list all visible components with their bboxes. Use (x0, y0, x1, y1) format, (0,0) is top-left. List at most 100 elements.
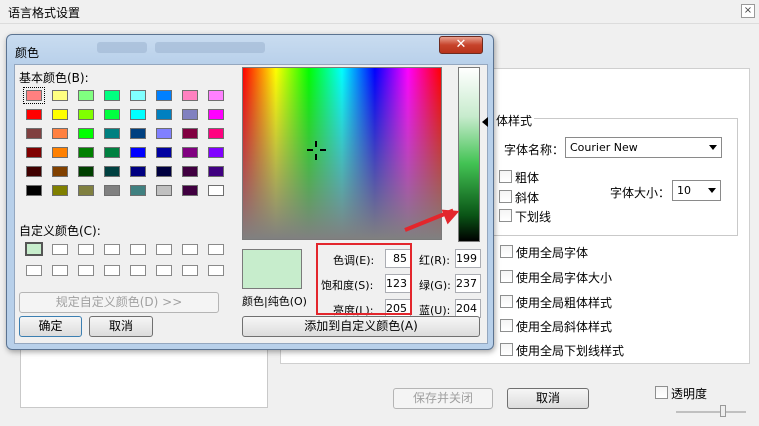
use-global-underline-checkbox[interactable] (500, 343, 513, 356)
basic-color-swatch[interactable] (78, 128, 94, 139)
basic-color-swatch[interactable] (26, 147, 42, 158)
basic-color-swatch[interactable] (208, 90, 224, 101)
use-global-size-label: 使用全局字体大小 (516, 271, 613, 285)
basic-color-swatch[interactable] (104, 166, 120, 177)
basic-color-swatch[interactable] (26, 128, 42, 139)
basic-color-swatch[interactable] (26, 166, 42, 177)
window-close-button[interactable]: × (741, 4, 755, 18)
custom-color-swatch[interactable] (208, 265, 224, 276)
dialog-close-button[interactable]: ✕ (439, 36, 483, 54)
basic-color-swatch[interactable] (156, 128, 172, 139)
basic-color-swatch[interactable] (104, 147, 120, 158)
custom-color-swatch[interactable] (26, 265, 42, 276)
custom-color-swatch[interactable] (25, 242, 43, 256)
basic-color-swatch[interactable] (130, 128, 146, 139)
font-name-value: Courier New (570, 141, 638, 154)
custom-color-swatch[interactable] (52, 265, 68, 276)
basic-color-swatch[interactable] (78, 185, 94, 196)
basic-color-swatch[interactable] (104, 109, 120, 120)
dialog-cancel-button[interactable]: 取消 (89, 316, 153, 337)
font-size-label: 字体大小： (610, 186, 671, 200)
custom-color-swatch[interactable] (156, 244, 172, 255)
basic-color-swatch[interactable] (52, 185, 68, 196)
basic-color-swatch[interactable] (130, 185, 146, 196)
basic-color-swatch[interactable] (78, 166, 94, 177)
basic-color-swatch[interactable] (182, 147, 198, 158)
use-global-size-checkbox[interactable] (500, 270, 513, 283)
basic-color-swatch[interactable] (26, 185, 42, 196)
define-custom-colors-button[interactable]: 规定自定义颜色(D) >> (19, 292, 219, 313)
basic-color-swatch[interactable] (182, 166, 198, 177)
basic-colors-label: 基本颜色(B): (19, 71, 89, 85)
custom-color-swatch[interactable] (130, 244, 146, 255)
basic-color-swatch[interactable] (156, 147, 172, 158)
basic-color-swatch[interactable] (208, 166, 224, 177)
blurred-title-region (97, 42, 147, 53)
basic-color-swatch[interactable] (26, 109, 42, 120)
custom-color-swatch[interactable] (78, 244, 94, 255)
custom-color-swatch[interactable] (208, 244, 224, 255)
chevron-down-icon (708, 188, 716, 193)
basic-color-swatch[interactable] (52, 109, 68, 120)
custom-color-swatch[interactable] (130, 265, 146, 276)
transparency-checkbox[interactable] (655, 386, 668, 399)
color-spectrum[interactable] (242, 67, 442, 240)
basic-color-swatch[interactable] (208, 109, 224, 120)
basic-color-swatch[interactable] (208, 147, 224, 158)
basic-color-swatch[interactable] (52, 166, 68, 177)
basic-color-swatch[interactable] (156, 185, 172, 196)
custom-color-swatch[interactable] (182, 265, 198, 276)
custom-color-swatch[interactable] (52, 244, 68, 255)
basic-color-swatch[interactable] (182, 185, 198, 196)
basic-color-swatch[interactable] (104, 128, 120, 139)
basic-color-swatch[interactable] (182, 109, 198, 120)
basic-color-swatch[interactable] (156, 90, 172, 101)
basic-color-swatch[interactable] (26, 90, 42, 101)
basic-color-swatch[interactable] (130, 147, 146, 158)
basic-color-swatch[interactable] (104, 90, 120, 101)
ok-button[interactable]: 确定 (19, 316, 82, 337)
basic-color-swatch[interactable] (208, 185, 224, 196)
bold-checkbox[interactable] (499, 170, 512, 183)
basic-color-swatch[interactable] (130, 90, 146, 101)
font-name-label: 字体名称： (504, 143, 565, 157)
italic-checkbox[interactable] (499, 190, 512, 203)
save-close-button[interactable]: 保存并关闭 (393, 388, 493, 409)
basic-color-swatch[interactable] (52, 128, 68, 139)
custom-color-swatch[interactable] (104, 244, 120, 255)
crosshair-icon (307, 141, 326, 160)
basic-color-swatch[interactable] (182, 128, 198, 139)
custom-color-swatch[interactable] (156, 265, 172, 276)
transparency-slider-thumb[interactable] (720, 405, 726, 417)
basic-color-swatch[interactable] (156, 109, 172, 120)
use-global-bold-checkbox[interactable] (500, 295, 513, 308)
luminance-pointer-icon[interactable] (482, 117, 488, 127)
custom-color-swatch[interactable] (78, 265, 94, 276)
underline-checkbox[interactable] (499, 209, 512, 222)
transparency-label: 透明度 (671, 387, 708, 401)
use-global-italic-checkbox[interactable] (500, 319, 513, 332)
font-size-combo[interactable]: 10 (672, 180, 721, 201)
basic-color-swatch[interactable] (182, 90, 198, 101)
font-size-value: 10 (677, 184, 691, 197)
custom-color-swatch[interactable] (182, 244, 198, 255)
basic-color-swatch[interactable] (78, 147, 94, 158)
basic-color-swatch[interactable] (52, 90, 68, 101)
use-global-font-checkbox[interactable] (500, 245, 513, 258)
basic-color-swatch[interactable] (208, 128, 224, 139)
basic-color-swatch[interactable] (104, 185, 120, 196)
basic-color-swatch[interactable] (78, 90, 94, 101)
font-name-combo[interactable]: Courier New (565, 137, 722, 158)
add-to-custom-colors-button[interactable]: 添加到自定义颜色(A) (242, 316, 480, 337)
red-input[interactable]: 199 (455, 249, 481, 268)
spectrum-saturation-layer (243, 68, 441, 239)
basic-color-swatch[interactable] (156, 166, 172, 177)
basic-color-swatch[interactable] (130, 109, 146, 120)
transparency-slider-track[interactable] (676, 411, 746, 413)
cancel-button[interactable]: 取消 (507, 388, 589, 409)
green-input[interactable]: 237 (455, 274, 481, 293)
basic-color-swatch[interactable] (130, 166, 146, 177)
custom-color-swatch[interactable] (104, 265, 120, 276)
basic-color-swatch[interactable] (52, 147, 68, 158)
basic-color-swatch[interactable] (78, 109, 94, 120)
